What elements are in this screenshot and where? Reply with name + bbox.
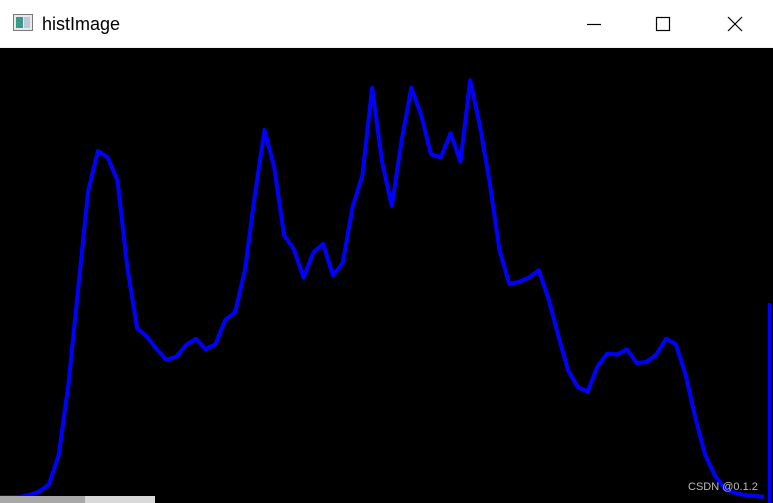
app-icon-panel-left [16, 17, 23, 28]
histogram-series-line [0, 78, 765, 499]
maximize-icon [655, 16, 671, 32]
bottom-scroll-strip[interactable] [0, 496, 155, 503]
title-bar[interactable]: histImage [0, 0, 773, 48]
right-edge-blue-bar [768, 303, 771, 503]
histimage-window: histImage CSDN @0.1.2 [0, 0, 773, 503]
histogram-chart [0, 78, 765, 499]
minimize-icon [587, 23, 601, 26]
maximize-button[interactable] [640, 0, 686, 48]
window-app-icon[interactable] [13, 14, 33, 31]
minimize-button[interactable] [571, 0, 617, 48]
app-icon-panel-right [24, 17, 30, 28]
right-edge-strip [766, 48, 773, 503]
watermark-text: CSDN @0.1.2 [688, 481, 758, 493]
histogram-canvas [0, 48, 773, 503]
close-icon [727, 16, 743, 32]
window-title: histImage [42, 14, 121, 34]
close-button[interactable] [712, 0, 758, 48]
